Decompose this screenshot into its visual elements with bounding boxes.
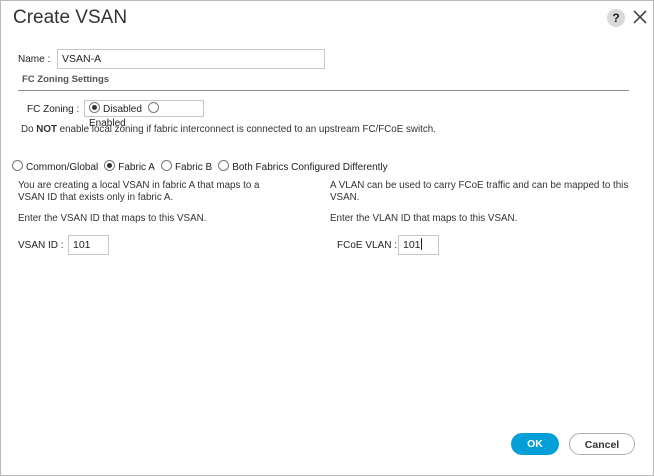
vsan-id-input[interactable]: 101 xyxy=(68,235,109,255)
fc-zoning-note: Do NOT enable local zoning if fabric int… xyxy=(21,124,436,135)
vsan-description: You are creating a local VSAN in fabric … xyxy=(18,180,260,203)
option-label: Both Fabrics Configured Differently xyxy=(232,162,388,173)
ok-button[interactable]: OK xyxy=(511,433,559,455)
radio-unchecked-icon xyxy=(218,160,230,171)
cancel-button[interactable]: Cancel xyxy=(569,433,635,455)
fc-zoning-label: FC Zoning : xyxy=(27,104,80,115)
radio-unchecked-icon xyxy=(147,102,159,113)
radio-unchecked-icon xyxy=(160,160,172,171)
dialog-title: Create VSAN xyxy=(13,7,128,28)
fcoe-vlan-input[interactable]: 101 xyxy=(398,235,439,255)
fabric-both-option[interactable]: Both Fabrics Configured Differently xyxy=(218,160,388,173)
fcoe-description: A VLAN can be used to carry FCoE traffic… xyxy=(330,180,629,203)
option-label: Common/Global xyxy=(26,162,99,173)
radio-checked-icon xyxy=(89,102,100,113)
text-cursor xyxy=(420,238,422,250)
note-text: enable local zoning if fabric interconne… xyxy=(56,124,436,135)
note-bold-text: NOT xyxy=(36,124,57,135)
fabric-b-option[interactable]: Fabric B xyxy=(160,160,213,173)
vsan-id-label: VSAN ID : xyxy=(18,240,64,251)
option-label: Fabric B xyxy=(174,162,213,173)
note-text: Do xyxy=(21,124,37,135)
section-divider xyxy=(18,90,629,91)
name-input[interactable]: VSAN-A xyxy=(57,49,325,69)
fc-zoning-radio-group: DisabledEnabled xyxy=(84,100,204,129)
option-label: Disabled xyxy=(103,104,142,115)
create-vsan-dialog: Create VSAN ? Name : VSAN-A FC Zoning Se… xyxy=(0,0,654,476)
option-label: Fabric A xyxy=(118,162,155,173)
fcoe-instruction: Enter the VLAN ID that maps to this VSAN… xyxy=(330,213,518,224)
vsan-instruction: Enter the VSAN ID that maps to this VSAN… xyxy=(18,213,207,224)
radio-unchecked-icon xyxy=(12,160,23,171)
fabric-a-option[interactable]: Fabric A xyxy=(104,160,155,173)
radio-checked-icon xyxy=(104,160,116,171)
fabric-common-global-option[interactable]: Common/Global xyxy=(12,160,99,173)
close-icon[interactable] xyxy=(631,8,649,26)
fc-zoning-settings-title: FC Zoning Settings xyxy=(22,74,110,85)
fc-zoning-disabled-option[interactable]: Disabled xyxy=(89,102,142,115)
help-icon[interactable]: ? xyxy=(607,9,625,27)
fcoe-vlan-label: FCoE VLAN : xyxy=(337,240,398,251)
fcoe-vlan-value: 101 xyxy=(403,239,421,251)
fabric-radio-group: Common/Global Fabric A Fabric B Both Fabric… xyxy=(12,160,394,173)
name-label: Name : xyxy=(18,54,51,65)
